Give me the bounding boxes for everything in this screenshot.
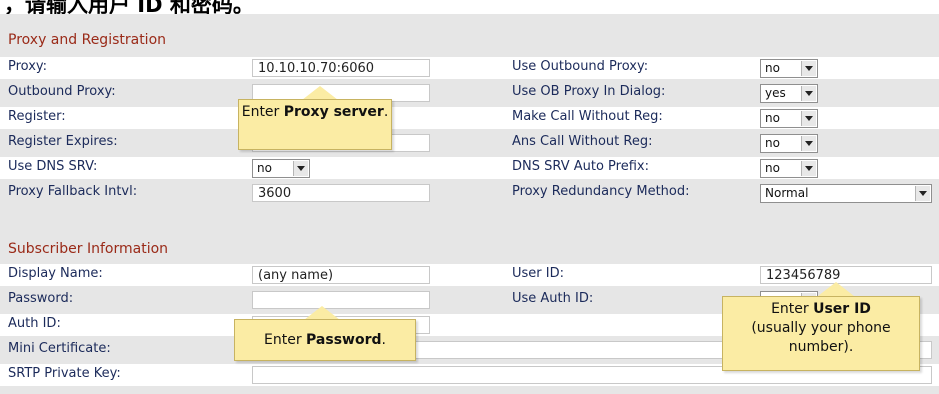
proxy-redundancy-value: Normal bbox=[765, 186, 809, 200]
password-input[interactable] bbox=[252, 291, 430, 309]
callout-pointer bbox=[302, 86, 338, 100]
user-id-label: User ID: bbox=[512, 266, 564, 281]
section-title-proxy: Proxy and Registration bbox=[8, 32, 167, 48]
ans-call-without-reg-value: no bbox=[765, 136, 780, 150]
ans-call-without-reg-select[interactable]: no bbox=[760, 134, 818, 153]
section-title-subscriber: Subscriber Information bbox=[8, 241, 169, 257]
use-auth-id-label: Use Auth ID: bbox=[512, 291, 594, 306]
callout-pointer bbox=[304, 306, 340, 320]
use-outbound-proxy-label: Use Outbound Proxy: bbox=[512, 59, 649, 74]
callout-userid-bold: User ID bbox=[813, 301, 871, 317]
use-dns-srv-label: Use DNS SRV: bbox=[8, 159, 98, 174]
callout-proxy-pre: Enter bbox=[241, 104, 284, 120]
register-expires-label: Register Expires: bbox=[8, 134, 118, 149]
callout-pointer bbox=[818, 282, 854, 296]
password-label: Password: bbox=[8, 291, 74, 306]
register-label: Register: bbox=[8, 109, 66, 124]
proxy-fallback-input[interactable]: 3600 bbox=[252, 184, 430, 202]
make-call-without-reg-label: Make Call Without Reg: bbox=[512, 109, 663, 124]
callout-proxy-post: . bbox=[383, 104, 389, 120]
proxy-redundancy-select[interactable]: Normal bbox=[760, 184, 932, 203]
chevron-down-icon[interactable] bbox=[293, 161, 308, 176]
row-proxy-fallback: Proxy Fallback Intvl: 3600 Proxy Redunda… bbox=[0, 182, 939, 204]
chevron-down-icon[interactable] bbox=[915, 186, 930, 201]
chevron-down-icon[interactable] bbox=[801, 86, 816, 101]
row-register-expires: Register Expires: 60 Ans Call Without Re… bbox=[0, 132, 939, 154]
auth-id-label: Auth ID: bbox=[8, 316, 61, 331]
use-dns-srv-select[interactable]: no bbox=[252, 159, 310, 178]
row-use-dns-srv: Use DNS SRV: no DNS SRV Auto Prefix: no bbox=[0, 157, 939, 179]
callout-password-bold: Password bbox=[306, 332, 382, 348]
ans-call-without-reg-label: Ans Call Without Reg: bbox=[512, 134, 653, 149]
chevron-down-icon[interactable] bbox=[801, 61, 816, 76]
row-display-name: Display Name: (any name) User ID: 123456… bbox=[0, 264, 939, 286]
srtp-private-key-label: SRTP Private Key: bbox=[8, 366, 121, 381]
display-name-label: Display Name: bbox=[8, 266, 103, 281]
callout-password-post: . bbox=[381, 332, 386, 348]
chevron-down-icon[interactable] bbox=[801, 161, 816, 176]
callout-proxy-bold: Proxy server bbox=[283, 104, 384, 120]
dns-srv-auto-prefix-label: DNS SRV Auto Prefix: bbox=[512, 159, 649, 174]
use-ob-proxy-dialog-value: yes bbox=[765, 86, 786, 100]
use-ob-proxy-dialog-label: Use OB Proxy In Dialog: bbox=[512, 84, 666, 99]
outbound-proxy-label: Outbound Proxy: bbox=[8, 84, 116, 99]
display-name-input[interactable]: (any name) bbox=[252, 266, 430, 284]
callout-user-id: Enter User ID (usually your phone number… bbox=[722, 296, 920, 371]
use-dns-srv-value: no bbox=[257, 161, 272, 175]
use-outbound-proxy-select[interactable]: no bbox=[760, 59, 818, 78]
proxy-redundancy-label: Proxy Redundancy Method: bbox=[512, 184, 690, 199]
callout-userid-pre: Enter bbox=[771, 301, 814, 317]
header-text-fragment: ，请输入用户 ID 和密码。 bbox=[0, 0, 939, 14]
use-outbound-proxy-value: no bbox=[765, 61, 780, 75]
callout-userid-post: (usually your phone number). bbox=[751, 320, 891, 355]
make-call-without-reg-select[interactable]: no bbox=[760, 109, 818, 128]
proxy-fallback-label: Proxy Fallback Intvl: bbox=[8, 184, 138, 199]
callout-proxy: Enter Proxy server. bbox=[238, 99, 392, 150]
row-outbound-proxy: Outbound Proxy: Use OB Proxy In Dialog: … bbox=[0, 82, 939, 104]
use-ob-proxy-dialog-select[interactable]: yes bbox=[760, 84, 818, 103]
dns-srv-auto-prefix-select[interactable]: no bbox=[760, 159, 818, 178]
proxy-input[interactable]: 10.10.10.70:6060 bbox=[252, 59, 430, 77]
chevron-down-icon[interactable] bbox=[801, 136, 816, 151]
proxy-label: Proxy: bbox=[8, 59, 48, 74]
row-proxy: Proxy: 10.10.10.70:6060 Use Outbound Pro… bbox=[0, 57, 939, 79]
make-call-without-reg-value: no bbox=[765, 111, 780, 125]
callout-password: Enter Password. bbox=[234, 319, 416, 361]
header-text: ，请输入用户 ID 和密码。 bbox=[4, 0, 254, 14]
dns-srv-auto-prefix-value: no bbox=[765, 161, 780, 175]
chevron-down-icon[interactable] bbox=[801, 111, 816, 126]
callout-password-pre: Enter bbox=[264, 332, 307, 348]
mini-certificate-label: Mini Certificate: bbox=[8, 341, 111, 356]
row-register: Register: Make Call Without Reg: no bbox=[0, 107, 939, 129]
settings-panel: Proxy and Registration Proxy: 10.10.10.7… bbox=[0, 14, 939, 394]
